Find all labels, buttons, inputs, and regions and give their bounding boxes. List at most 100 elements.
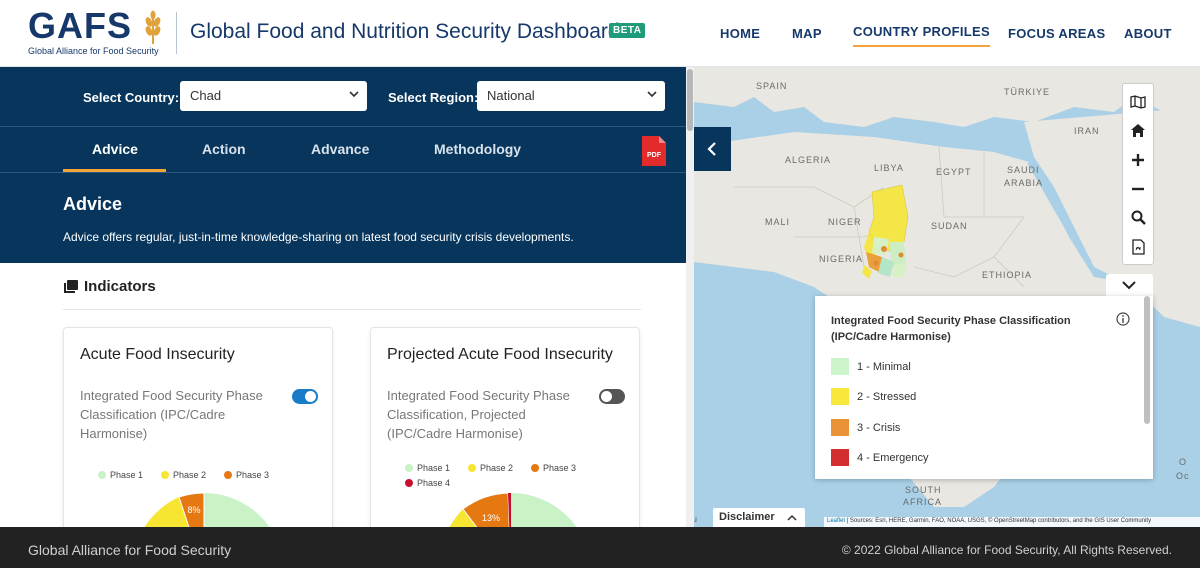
map-controls <box>1122 83 1154 265</box>
indicator-card-projected: Projected Acute Food Insecurity Integrat… <box>370 327 640 527</box>
home-button[interactable] <box>1123 116 1153 145</box>
legend-label: 1 - Minimal <box>857 360 911 373</box>
pie-legend-label: Phase 2 <box>480 463 514 473</box>
search-button[interactable] <box>1123 203 1153 232</box>
basemap-button[interactable] <box>1123 87 1153 116</box>
map-label-iran: IRAN <box>1074 126 1100 136</box>
map-label-south: SOUTH <box>905 485 942 495</box>
map-label-spain: SPAIN <box>756 81 788 91</box>
export-pdf-icon <box>1131 238 1145 255</box>
wheat-icon <box>145 10 161 44</box>
legend-scrollbar[interactable] <box>1144 296 1150 424</box>
country-select[interactable]: Chad <box>180 81 367 111</box>
pie-legend-phase-3: Phase 3 <box>224 470 269 480</box>
disclaimer-button[interactable]: Disclaimer <box>713 508 805 527</box>
map-label-turkiye: TÜRKIYE <box>1004 87 1051 97</box>
site-header: GAFS Global Alliance for Food Security G… <box>0 0 1200 67</box>
legend-toggle-button[interactable] <box>1106 274 1153 298</box>
nav-about[interactable]: ABOUT <box>1124 26 1172 41</box>
region-select-value: National <box>487 88 535 103</box>
map-label-mali: MALI <box>765 217 791 227</box>
projected-pie-chart: 13% <box>449 493 577 527</box>
card-title: Projected Acute Food Insecurity <box>387 346 613 363</box>
attribution-text: | Sources: Esri, HERE, Garmin, FAO, NOAA… <box>846 518 1152 524</box>
pie-legend-phase-1: Phase 1 <box>405 463 450 473</box>
pdf-download-icon[interactable]: PDF <box>642 136 666 166</box>
logo-tagline: Global Alliance for Food Security <box>28 46 159 56</box>
map-label-edge: u <box>694 514 699 524</box>
zoom-out-icon <box>1132 187 1144 190</box>
map-view[interactable]: SPAIN TÜRKIYE IRAN ALGERIA LIBYA EGYPT S… <box>694 67 1200 527</box>
nav-home[interactable]: HOME <box>720 26 760 41</box>
zoom-in-icon <box>1132 153 1144 166</box>
section-description: Advice offers regular, just-in-time know… <box>63 230 574 244</box>
phase-1-dot <box>98 471 106 479</box>
pie-legend-phase-2: Phase 2 <box>161 470 206 480</box>
gafs-logo[interactable]: GAFS Global Alliance for Food Security <box>28 8 166 60</box>
layer-toggle-switch[interactable] <box>292 389 318 404</box>
tab-methodology[interactable]: Methodology <box>434 141 521 157</box>
region-select-label: Select Region: <box>388 90 479 105</box>
card-description: Integrated Food Security Phase Classific… <box>80 388 263 441</box>
collapse-panel-button[interactable] <box>694 127 731 171</box>
pdf-icon-label: PDF <box>647 152 662 159</box>
phase-2-dot <box>161 471 169 479</box>
map-label-ocean: O <box>1179 457 1188 467</box>
map-label-arabia: ARABIA <box>1004 178 1044 188</box>
pie-legend-label: Phase 2 <box>173 470 207 480</box>
panel-header: Select Country: Chad Select Region: Nati… <box>0 67 686 263</box>
tab-advice[interactable]: Advice <box>92 141 138 157</box>
map-legend: Integrated Food Security Phase Classific… <box>815 296 1153 479</box>
export-pdf-button[interactable] <box>1123 232 1153 261</box>
pie-legend-label: Phase 1 <box>110 470 144 480</box>
map-label-algeria: ALGERIA <box>785 155 832 165</box>
phase-3-dot <box>224 471 232 479</box>
pie-slice-phase-1 <box>204 493 270 527</box>
tab-action[interactable]: Action <box>202 141 246 157</box>
info-icon[interactable] <box>1116 312 1130 326</box>
legend-item-stressed: 2 - Stressed <box>831 388 916 405</box>
zoom-out-button[interactable] <box>1123 174 1153 203</box>
map-label-nigeria: NIGERIA <box>819 254 864 264</box>
phase-3-dot <box>531 464 539 472</box>
card-description: Integrated Food Security Phase Classific… <box>387 388 570 441</box>
legend-title: Integrated Food Security Phase Classific… <box>831 315 1071 343</box>
map-label-libya: LIBYA <box>874 163 904 173</box>
region-select[interactable]: National <box>477 81 665 111</box>
legend-label: 2 - Stressed <box>857 390 917 403</box>
site-title: Global Food and Nutrition Security Dashb… <box>190 20 620 43</box>
panel-scrollbar-thumb[interactable] <box>687 69 693 131</box>
map-label-ethiopia: ETHIOPIA <box>982 270 1033 280</box>
legend-swatch <box>831 449 849 466</box>
chevron-down-icon <box>647 91 657 98</box>
toggle-knob <box>305 391 316 402</box>
nav-country-profiles[interactable]: COUNTRY PROFILES <box>853 24 990 47</box>
pie-legend-label: Phase 3 <box>543 463 577 473</box>
legend-swatch <box>831 358 849 375</box>
pie-legend-phase-1: Phase 1 <box>98 470 143 480</box>
beta-badge: BETA <box>609 23 646 38</box>
leaflet-link[interactable]: Leaflet <box>827 518 845 524</box>
panel-scrollbar[interactable] <box>686 67 694 527</box>
footer-copyright: © 2022 Global Alliance for Food Security… <box>841 543 1172 557</box>
nav-map[interactable]: MAP <box>792 26 822 41</box>
nav-focus-areas[interactable]: FOCUS AREAS <box>1008 26 1105 41</box>
map-label-niger: NIGER <box>828 217 862 227</box>
site-footer: Global Alliance for Food Security © 2022… <box>0 527 1200 568</box>
zoom-in-button[interactable] <box>1123 145 1153 174</box>
pie-legend-phase-2: Phase 2 <box>468 463 513 473</box>
legend-item-emergency: 4 - Emergency <box>831 449 929 466</box>
country-select-label: Select Country: <box>83 90 180 105</box>
map-label-africa: AFRICA <box>903 497 943 507</box>
layers-icon <box>64 279 78 293</box>
legend-label: 4 - Emergency <box>857 451 929 464</box>
layer-toggle-switch[interactable] <box>599 389 625 404</box>
disclaimer-label: Disclaimer <box>719 511 775 523</box>
tab-advance[interactable]: Advance <box>311 141 369 157</box>
legend-swatch <box>831 388 849 405</box>
indicators-heading-text: Indicators <box>84 278 156 295</box>
country-profile-panel: Select Country: Chad Select Region: Nati… <box>0 67 694 527</box>
indicators-divider <box>63 309 641 310</box>
pie-legend-phase-3: Phase 3 <box>531 463 576 473</box>
phase-1-dot <box>405 464 413 472</box>
